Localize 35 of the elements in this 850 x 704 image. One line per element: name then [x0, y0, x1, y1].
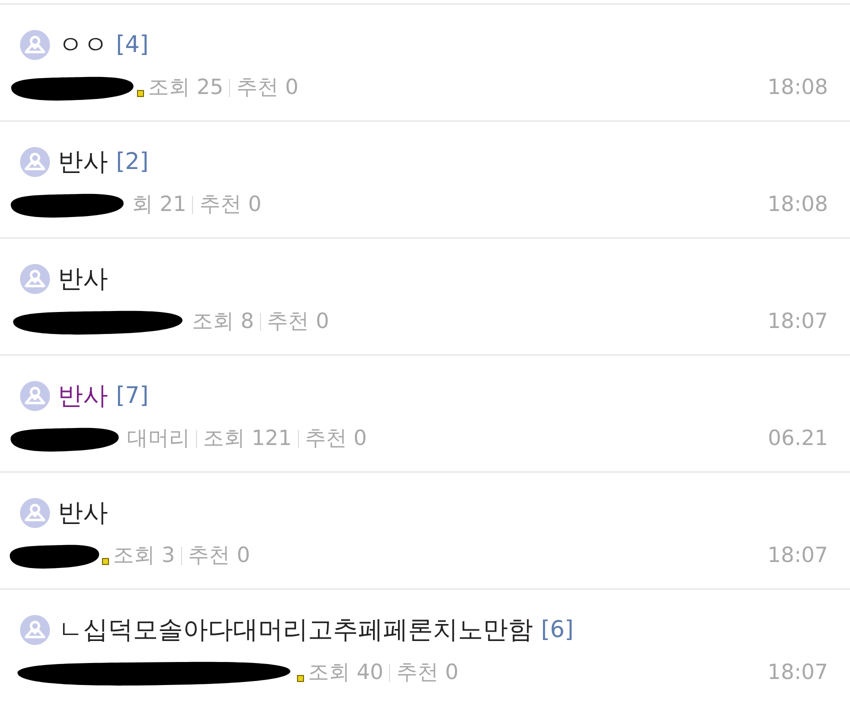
comment-count: [2]	[116, 148, 149, 177]
post-meta: 대머리	[127, 425, 190, 452]
image-icon	[20, 147, 50, 177]
post-time: 18:07	[767, 308, 828, 336]
post-meta: 조회 3	[113, 542, 176, 570]
image-icon	[20, 30, 50, 60]
post-title[interactable]: 반사	[58, 377, 108, 415]
comment-count: [4]	[116, 30, 149, 60]
post-meta: 추천 0	[236, 74, 298, 102]
post-time: 18:08	[767, 191, 828, 218]
image-icon	[20, 498, 50, 528]
post-title[interactable]: 반사	[58, 143, 108, 181]
post-meta: 조회 40	[308, 659, 384, 686]
post-meta: 추천 0	[396, 659, 458, 686]
post-title[interactable]: ㅇㅇ	[58, 26, 108, 64]
comment-count: [7]	[116, 382, 149, 411]
post-meta: 추천 0	[304, 425, 367, 452]
post-meta: 회 21	[132, 191, 186, 218]
post-title[interactable]: 반사	[58, 260, 108, 298]
post-meta: 조회 121	[203, 425, 292, 452]
image-icon	[20, 615, 50, 645]
post-time: 18:07	[767, 659, 828, 686]
post-meta: 추천 0	[199, 191, 262, 218]
post-title[interactable]: 반사	[58, 494, 108, 532]
post-meta: 추천 0	[188, 542, 250, 570]
comment-count: [6]	[541, 616, 574, 645]
post-time: 18:07	[767, 542, 828, 570]
post-meta: 조회 8	[192, 308, 254, 336]
image-icon	[20, 264, 50, 294]
post-title[interactable]: ㄴ십덕모솔아다대머리고추페페론치노만함	[58, 611, 533, 649]
post-time: 06.21	[768, 425, 828, 452]
post-meta: 조회 25	[148, 74, 224, 102]
post-meta: 추천 0	[267, 308, 330, 336]
post-time: 18:08	[767, 74, 828, 102]
image-icon	[20, 381, 50, 411]
